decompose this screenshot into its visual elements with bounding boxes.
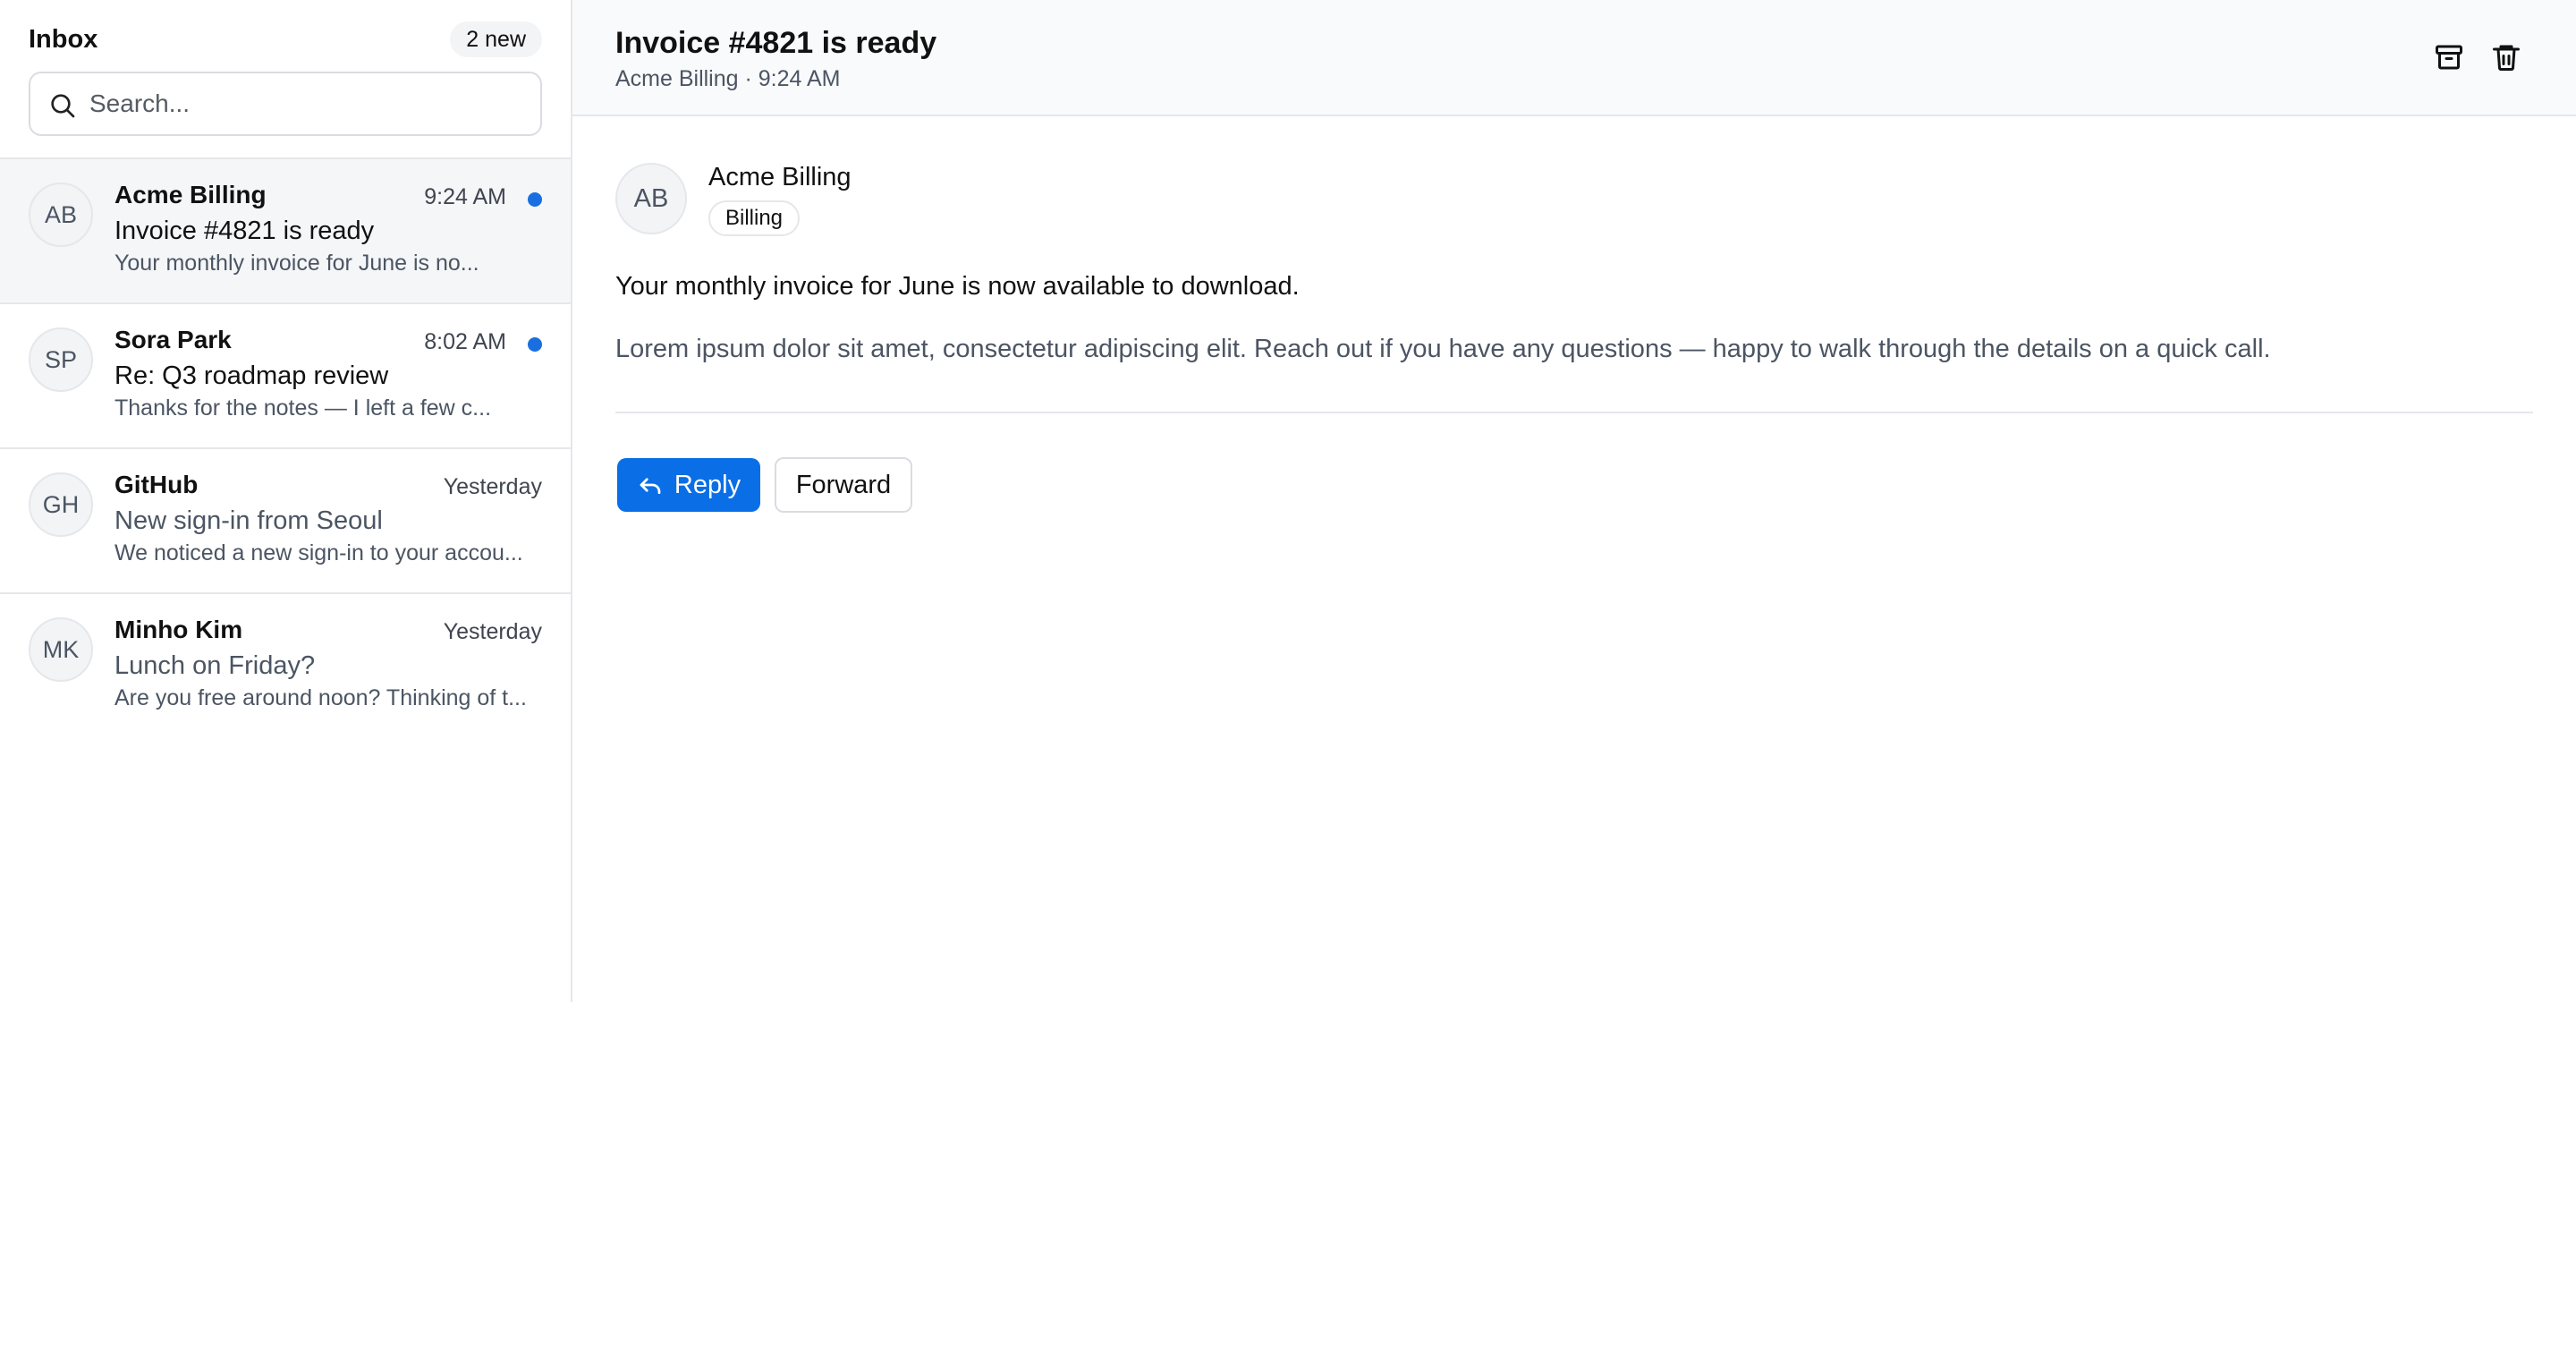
archive-icon [2436, 45, 2462, 70]
message-subject: Re: Q3 roadmap review [114, 361, 389, 390]
mail-app: Inbox 2 new AB Acme Billing 9:24 AM Invo… [0, 0, 2576, 1360]
message-preview: Are you free around noon? Thinking of t.… [114, 685, 527, 710]
search-box[interactable] [29, 72, 542, 136]
message-time: 8:02 AM [424, 329, 506, 354]
inbox-sidebar: Inbox 2 new AB Acme Billing 9:24 AM Invo… [0, 0, 572, 1002]
trash-icon [2493, 45, 2520, 71]
message-preview: Thanks for the notes — I left a few c... [114, 395, 492, 421]
avatar: AB [29, 183, 93, 247]
message-sender: GitHub [114, 471, 199, 498]
message-meta: Acme Billing · 9:24 AM [615, 66, 841, 91]
reading-pane: Invoice #4821 is ready Acme Billing · 9:… [572, 0, 2576, 1360]
archive-button[interactable] [2428, 36, 2470, 79]
inbox-title: Inbox [29, 25, 98, 54]
message-time: 9:24 AM [424, 184, 506, 209]
message-header: Invoice #4821 is ready Acme Billing · 9:… [572, 0, 2576, 116]
message-list-item-sora-park[interactable]: SP Sora Park 8:02 AM Re: Q3 roadmap revi… [0, 304, 571, 449]
avatar: MK [29, 617, 93, 682]
message-preview: We noticed a new sign-in to your accou..… [114, 540, 523, 565]
message-sender: Acme Billing [114, 181, 267, 208]
message-subject: Lunch on Friday? [114, 651, 316, 680]
unread-dot-icon [528, 192, 542, 207]
new-count-badge: 2 new [450, 21, 542, 57]
search-input[interactable] [88, 73, 526, 134]
message-subject: Invoice #4821 is ready [114, 217, 375, 245]
message-subject: New sign-in from Seoul [114, 506, 383, 535]
message-list: AB Acme Billing 9:24 AM Invoice #4821 is… [0, 159, 571, 739]
message-sender: Sora Park [114, 326, 232, 353]
reply-arrow-icon [640, 478, 661, 495]
message-time: Yesterday [443, 619, 542, 644]
message-preview: Your monthly invoice for June is no... [114, 251, 479, 276]
reply-button[interactable]: Reply [617, 458, 760, 512]
category-tag: Billing [708, 200, 801, 236]
delete-button[interactable] [2485, 36, 2528, 79]
divider [615, 412, 2533, 413]
message-list-item-minho-kim[interactable]: MK Minho Kim Yesterday Lunch on Friday? … [0, 594, 571, 739]
message-list-item-github[interactable]: GH GitHub Yesterday New sign-in from Seo… [0, 449, 571, 594]
message-body-main: Your monthly invoice for June is now ava… [615, 272, 1300, 301]
sidebar-header: Inbox 2 new [0, 0, 571, 159]
message-list-item-acme-billing[interactable]: AB Acme Billing 9:24 AM Invoice #4821 is… [0, 159, 571, 304]
avatar: GH [29, 472, 93, 537]
message-title: Invoice #4821 is ready [615, 26, 937, 60]
sender-avatar: AB [615, 163, 687, 234]
avatar: SP [29, 327, 93, 392]
forward-button[interactable]: Forward [775, 457, 912, 513]
reply-button-label: Reply [674, 470, 741, 499]
unread-dot-icon [528, 337, 542, 352]
message-time: Yesterday [443, 474, 542, 499]
message-sender: Minho Kim [114, 616, 243, 643]
message-body-secondary: Lorem ipsum dolor sit amet, consectetur … [615, 335, 2271, 363]
search-icon [51, 94, 75, 118]
sender-name: Acme Billing [708, 163, 852, 191]
